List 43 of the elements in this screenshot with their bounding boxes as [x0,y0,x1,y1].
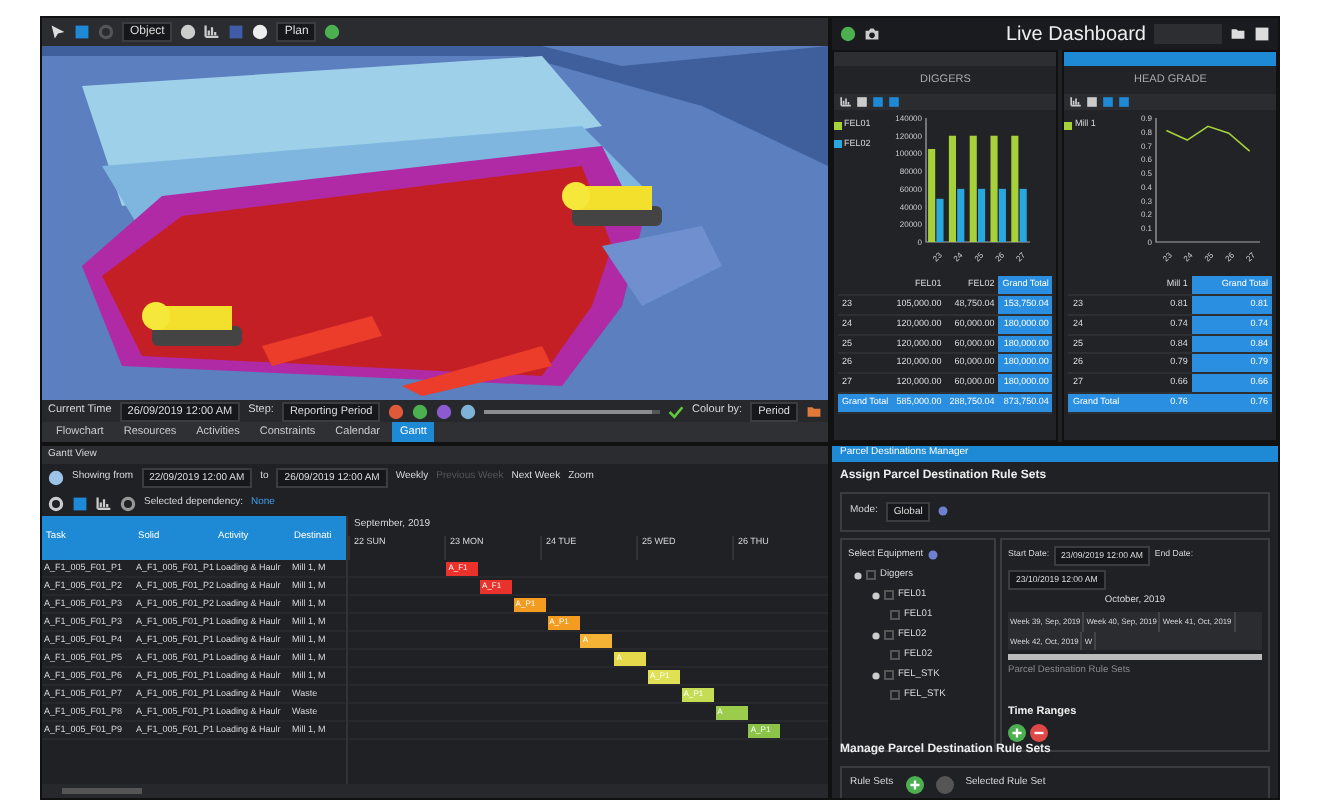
camera-icon[interactable] [864,26,880,42]
timeline-slider[interactable] [484,409,652,413]
checkbox[interactable] [884,590,894,600]
select-icon[interactable] [74,24,90,40]
info-icon [938,506,949,516]
check-icon[interactable] [668,403,685,419]
stop-icon[interactable] [460,403,477,419]
table-icon[interactable] [856,96,868,109]
checkbox[interactable] [890,610,900,620]
checkbox[interactable] [884,630,894,640]
chart-line [1166,125,1252,153]
caret-icon[interactable] [872,671,880,679]
settings-icon[interactable] [48,495,64,511]
folder-icon[interactable] [1230,26,1246,42]
add-icon[interactable] [1008,724,1026,743]
chart-icon[interactable] [840,96,852,109]
caret-icon[interactable] [872,591,880,599]
scrollbar-thumb[interactable] [62,788,142,794]
table-icon[interactable] [1086,96,1099,109]
circle-icon[interactable] [252,24,269,40]
sphere-icon[interactable] [180,24,197,40]
pointer-icon[interactable] [50,24,66,40]
status-icon[interactable] [840,26,856,42]
checkbox[interactable] [890,690,900,700]
chart-icon[interactable] [204,24,221,40]
status-icon[interactable] [324,24,341,40]
axis [1156,117,1262,244]
caret-icon[interactable] [854,571,862,579]
record-icon[interactable] [388,403,405,419]
checkbox[interactable] [890,650,900,660]
save-icon[interactable] [1254,26,1270,42]
clock-icon[interactable] [120,495,136,511]
dashboard-title: Live Dashboard [1005,21,1146,49]
pause-icon[interactable] [436,403,453,419]
caret-icon[interactable] [872,631,880,639]
chart-icon[interactable] [1070,96,1083,109]
remove-icon[interactable] [1030,724,1048,743]
add-icon[interactable] [905,775,924,793]
axis [925,117,1031,244]
info-icon [927,550,938,560]
checkbox[interactable] [866,570,876,580]
checkbox[interactable] [884,670,894,680]
play-icon[interactable] [412,403,429,419]
